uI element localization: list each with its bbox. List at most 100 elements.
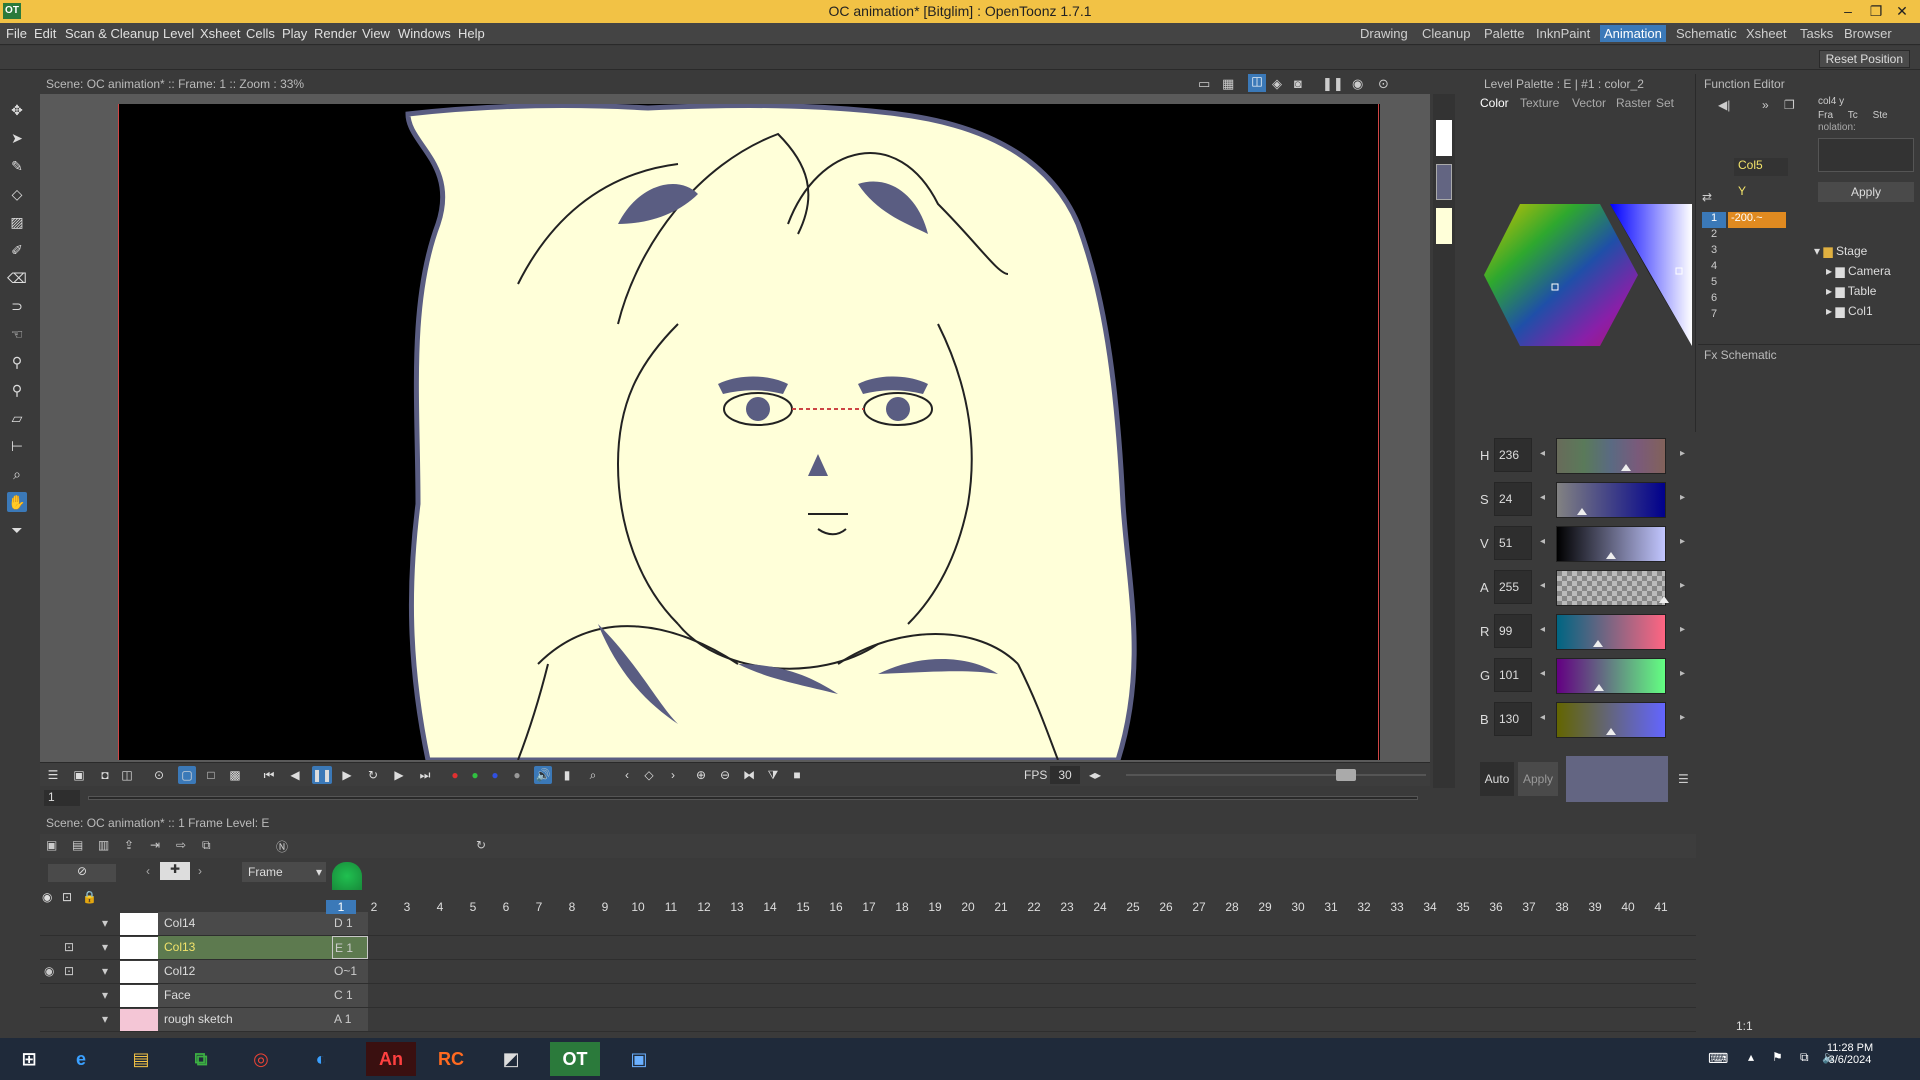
slider-h-value[interactable]: 236: [1494, 438, 1532, 472]
style-chip-cream[interactable]: [1436, 208, 1452, 244]
prev-key-icon[interactable]: ‹: [618, 766, 636, 784]
preview-eye-icon[interactable]: ◉: [1352, 76, 1363, 92]
expand-icon[interactable]: »: [1762, 98, 1769, 112]
slider-b-value[interactable]: 130: [1494, 702, 1532, 736]
windows-start-icon[interactable]: ⊞: [4, 1042, 54, 1076]
camera-stand-view-icon[interactable]: ◫: [1248, 74, 1266, 92]
cell-face[interactable]: C 1: [332, 984, 368, 1007]
slider-r-dec-icon[interactable]: ◂: [1540, 624, 1545, 635]
frame-number-24[interactable]: 24: [1085, 900, 1115, 914]
ruler-tool-icon[interactable]: ▱: [7, 408, 27, 428]
slider-s[interactable]: S 24 ◂ ▸: [1476, 478, 1696, 522]
slider-s-thumb[interactable]: [1576, 508, 1587, 515]
frame-number-38[interactable]: 38: [1547, 900, 1577, 914]
sound-icon[interactable]: 🔊: [534, 766, 552, 784]
slider-h-inc-icon[interactable]: ▸: [1680, 448, 1685, 459]
frame-number-26[interactable]: 26: [1151, 900, 1181, 914]
frame-number-29[interactable]: 29: [1250, 900, 1280, 914]
slider-a[interactable]: A 255 ◂ ▸: [1476, 566, 1696, 610]
pause-icon[interactable]: ❚❚: [312, 766, 333, 784]
compare-icon[interactable]: ◫: [118, 766, 136, 784]
finger-tool-icon[interactable]: ☜: [7, 324, 27, 344]
black-bg-icon[interactable]: □: [202, 766, 220, 784]
frame-dropdown[interactable]: Frame ▾: [242, 862, 326, 882]
slider-h[interactable]: H 236 ◂ ▸: [1476, 434, 1696, 478]
flip-horizontal-icon[interactable]: ⧓: [740, 766, 758, 784]
frame-number-12[interactable]: 12: [689, 900, 719, 914]
opentoonz-taskbar-icon[interactable]: OT: [550, 1042, 600, 1076]
sub-camera-preview-icon[interactable]: ⊙: [1378, 76, 1389, 92]
drawing-canvas[interactable]: [118, 104, 1380, 760]
xsheet-row-col12[interactable]: ◉ ⊡ ▾ Col12 O~1: [40, 960, 1696, 984]
slider-h-dec-icon[interactable]: ◂: [1540, 448, 1545, 459]
close-icon[interactable]: ✕: [1890, 1, 1914, 21]
frame-number-4[interactable]: 4: [425, 900, 455, 914]
fold-col14-icon[interactable]: ▾: [102, 916, 108, 930]
slider-r-track[interactable]: [1556, 614, 1666, 650]
freeze-icon[interactable]: ❚❚: [1322, 76, 1344, 92]
camstand-col13-icon[interactable]: ⊡: [64, 940, 74, 954]
prev-level-icon[interactable]: ‹: [146, 864, 150, 878]
notes-icon[interactable]: ◩: [486, 1042, 536, 1076]
alpha-channel-icon[interactable]: ●: [508, 766, 526, 784]
frame-number-13[interactable]: 13: [722, 900, 752, 914]
menu-help[interactable]: Help: [458, 26, 485, 41]
play-icon[interactable]: ▶: [338, 766, 356, 784]
style-chip-white[interactable]: [1436, 120, 1452, 156]
slider-g[interactable]: G 101 ◂ ▸: [1476, 654, 1696, 698]
fx-schematic-panel[interactable]: Fx Schematic 1:1: [1698, 344, 1920, 1033]
reset-position-button[interactable]: Reset Position: [1818, 50, 1910, 68]
tab-color[interactable]: Color: [1480, 96, 1509, 110]
tab-raster[interactable]: Raster: [1616, 96, 1651, 110]
frame-number-14[interactable]: 14: [755, 900, 785, 914]
slider-v[interactable]: V 51 ◂ ▸: [1476, 522, 1696, 566]
first-frame-icon[interactable]: ⏮: [260, 766, 278, 784]
slider-b[interactable]: B 130 ◂ ▸: [1476, 698, 1696, 742]
white-bg-icon[interactable]: ▢: [178, 766, 196, 784]
frame-number-39[interactable]: 39: [1580, 900, 1610, 914]
auto-input-icon[interactable]: Ⓝ: [276, 838, 288, 855]
photos-icon[interactable]: ▣: [614, 1042, 664, 1076]
slider-r-value[interactable]: 99: [1494, 614, 1532, 648]
menu-file[interactable]: File: [6, 26, 27, 41]
slider-s-value[interactable]: 24: [1494, 482, 1532, 516]
slider-r[interactable]: R 99 ◂ ▸: [1476, 610, 1696, 654]
room-browser[interactable]: Browser: [1840, 25, 1896, 42]
slider-v-inc-icon[interactable]: ▸: [1680, 536, 1685, 547]
internet-explorer-icon[interactable]: e: [56, 1042, 106, 1076]
slider-a-thumb[interactable]: [1659, 596, 1669, 603]
viewer-menu-icon[interactable]: ☰: [44, 766, 62, 784]
frame-number-18[interactable]: 18: [887, 900, 917, 914]
system-clock[interactable]: 11:28 PM 3/6/2024: [1810, 1042, 1890, 1066]
playhead-marker[interactable]: [332, 862, 362, 890]
selection-tool-icon[interactable]: ➤: [7, 128, 27, 148]
fps-slider-track[interactable]: [1126, 774, 1426, 776]
frame-number-22[interactable]: 22: [1019, 900, 1049, 914]
paint-brush-tool-icon[interactable]: ✐: [7, 240, 27, 260]
auto-button[interactable]: Auto: [1480, 762, 1514, 796]
slider-s-inc-icon[interactable]: ▸: [1680, 492, 1685, 503]
skeleton-tool-icon[interactable]: ⊢: [7, 436, 27, 456]
tab-vector[interactable]: Vector: [1572, 96, 1606, 110]
slider-g-inc-icon[interactable]: ▸: [1680, 668, 1685, 679]
reset-view-icon[interactable]: ■: [788, 766, 806, 784]
histogram-icon[interactable]: ▮: [558, 766, 576, 784]
hue-hexagon-picker[interactable]: [1480, 200, 1692, 350]
animate-tool-icon[interactable]: ✥: [7, 100, 27, 120]
reframe-icon[interactable]: ⇪: [124, 838, 134, 852]
fold-face-icon[interactable]: ▾: [102, 988, 108, 1002]
tree-stage[interactable]: ▾ ▆ Stage: [1814, 244, 1867, 258]
style-picker-tool-icon[interactable]: ⚲: [7, 352, 27, 372]
fps-input[interactable]: 30: [1050, 766, 1080, 784]
apply-color-button[interactable]: Apply: [1518, 762, 1558, 796]
preview-toggle-icon[interactable]: ▭: [1198, 76, 1210, 92]
toggle-sync-icon[interactable]: ⇄: [1702, 190, 1712, 204]
menu-scan-cleanup[interactable]: Scan & Cleanup: [65, 26, 159, 41]
slider-h-thumb[interactable]: [1621, 464, 1632, 471]
new-raster-level-icon[interactable]: ▥: [98, 838, 109, 852]
frame-number-40[interactable]: 40: [1613, 900, 1643, 914]
flip-vertical-icon[interactable]: ⧩: [764, 766, 782, 784]
frame-number-7[interactable]: 7: [524, 900, 554, 914]
more-tools-icon[interactable]: ⏷: [7, 520, 27, 540]
row-1[interactable]: 1: [1702, 212, 1726, 228]
